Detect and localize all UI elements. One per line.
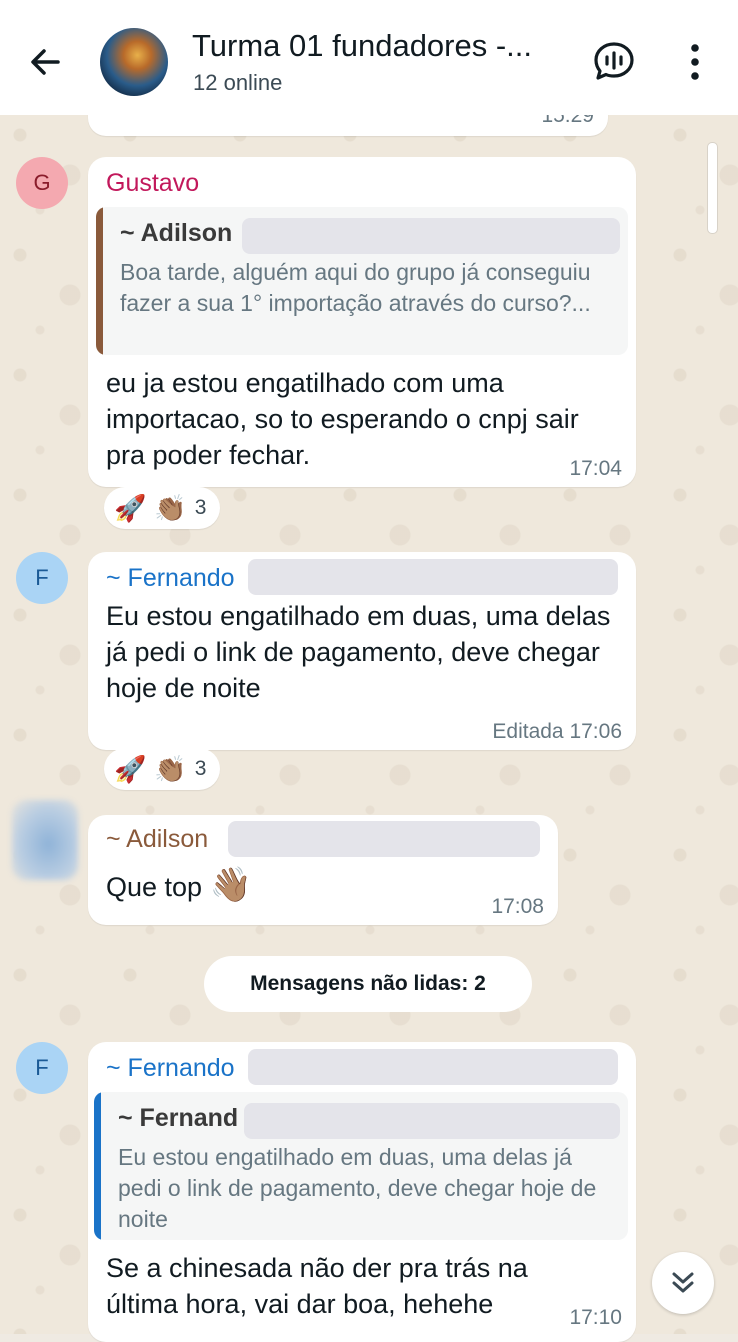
chat-scrollbar[interactable] [707, 142, 718, 234]
quote-bar [96, 207, 103, 355]
rocket-icon: 🚀 [114, 493, 147, 523]
quoted-message[interactable]: ~ Fernand Eu estou engatilhado em duas, … [94, 1092, 628, 1240]
clapping-hands-icon: 👏🏽 [154, 493, 187, 523]
message-bubble[interactable]: ~ Fernando Eu estou engatilhado em duas,… [88, 552, 636, 750]
group-avatar[interactable] [100, 28, 168, 96]
message-bubble[interactable]: ~ Adilson Que top 👋🏽 17:08 [88, 815, 558, 925]
sender-name[interactable]: Gustavo [106, 169, 199, 198]
reaction-count: 3 [194, 496, 207, 519]
message-text: Que top 👋🏽 [106, 867, 406, 905]
reactions-bar[interactable]: 🚀 👏🏽 3 [104, 748, 221, 790]
chat-title[interactable]: Turma 01 fundadores -... [192, 28, 562, 64]
redacted-phone [244, 1103, 620, 1139]
unread-messages-divider: Mensagens não lidas: 2 [204, 956, 532, 1012]
scroll-to-bottom-button[interactable] [652, 1252, 714, 1314]
message-text-content: Que top [106, 872, 203, 902]
sender-name[interactable]: ~ Fernando [106, 564, 235, 593]
avatar-letter: G [33, 170, 51, 195]
message-time: 17:08 [491, 895, 544, 918]
avatar[interactable]: F [16, 1042, 68, 1094]
quote-text: Eu estou engatilhado em duas, uma delas … [118, 1144, 597, 1232]
sender-name[interactable]: ~ Fernando [106, 1054, 235, 1083]
rocket-icon: 🚀 [114, 754, 147, 784]
clapping-hands-icon: 👏🏽 [154, 754, 187, 784]
waving-hand-icon: 👋🏽 [209, 866, 252, 904]
more-vertical-icon [691, 44, 699, 80]
voice-chat-icon [594, 42, 634, 80]
back-button[interactable] [24, 40, 68, 84]
voice-chat-button[interactable] [592, 40, 636, 84]
reactions-bar[interactable]: 🚀 👏🏽 3 [104, 487, 221, 529]
redacted-phone [248, 559, 618, 595]
avatar-letter: F [35, 1055, 49, 1080]
quote-sender: ~ Adilson [120, 219, 233, 247]
online-count: 12 online [193, 70, 283, 95]
avatar[interactable]: G [16, 157, 68, 209]
avatar[interactable]: F [16, 552, 68, 604]
message-time: Editada 17:06 [492, 720, 622, 743]
avatar[interactable] [12, 800, 78, 880]
message-bubble[interactable]: Gustavo ~ Adilson Boa tarde, alguém aqui… [88, 157, 636, 487]
quote-text: Boa tarde, alguém aqui do grupo já conse… [120, 259, 591, 316]
quote-sender: ~ Fernand [118, 1104, 239, 1132]
reaction-count: 3 [194, 757, 207, 780]
message-bubble[interactable]: ~ Fernando ~ Fernand Eu estou engatilhad… [88, 1042, 636, 1342]
avatar-letter: F [35, 565, 49, 590]
message-time: 17:10 [569, 1306, 622, 1329]
quote-bar [94, 1092, 101, 1240]
redacted-phone [248, 1049, 618, 1085]
message-text: eu ja estou engatilhado com uma importac… [106, 368, 579, 470]
chat-header: Turma 01 fundadores -... 12 online [0, 0, 738, 115]
redacted-phone [242, 218, 620, 254]
message-text: Eu estou engatilhado em duas, uma delas … [106, 601, 611, 703]
more-options-button[interactable] [680, 40, 710, 84]
arrow-left-icon [31, 49, 60, 75]
message-time: 17:04 [569, 457, 622, 480]
quoted-message[interactable]: ~ Adilson Boa tarde, alguém aqui do grup… [96, 207, 628, 355]
message-text: Se a chinesada não der pra trás na últim… [106, 1253, 528, 1319]
redacted-phone [228, 821, 540, 857]
double-chevron-down-icon [672, 1272, 694, 1293]
sender-name[interactable]: ~ Adilson [106, 825, 208, 854]
